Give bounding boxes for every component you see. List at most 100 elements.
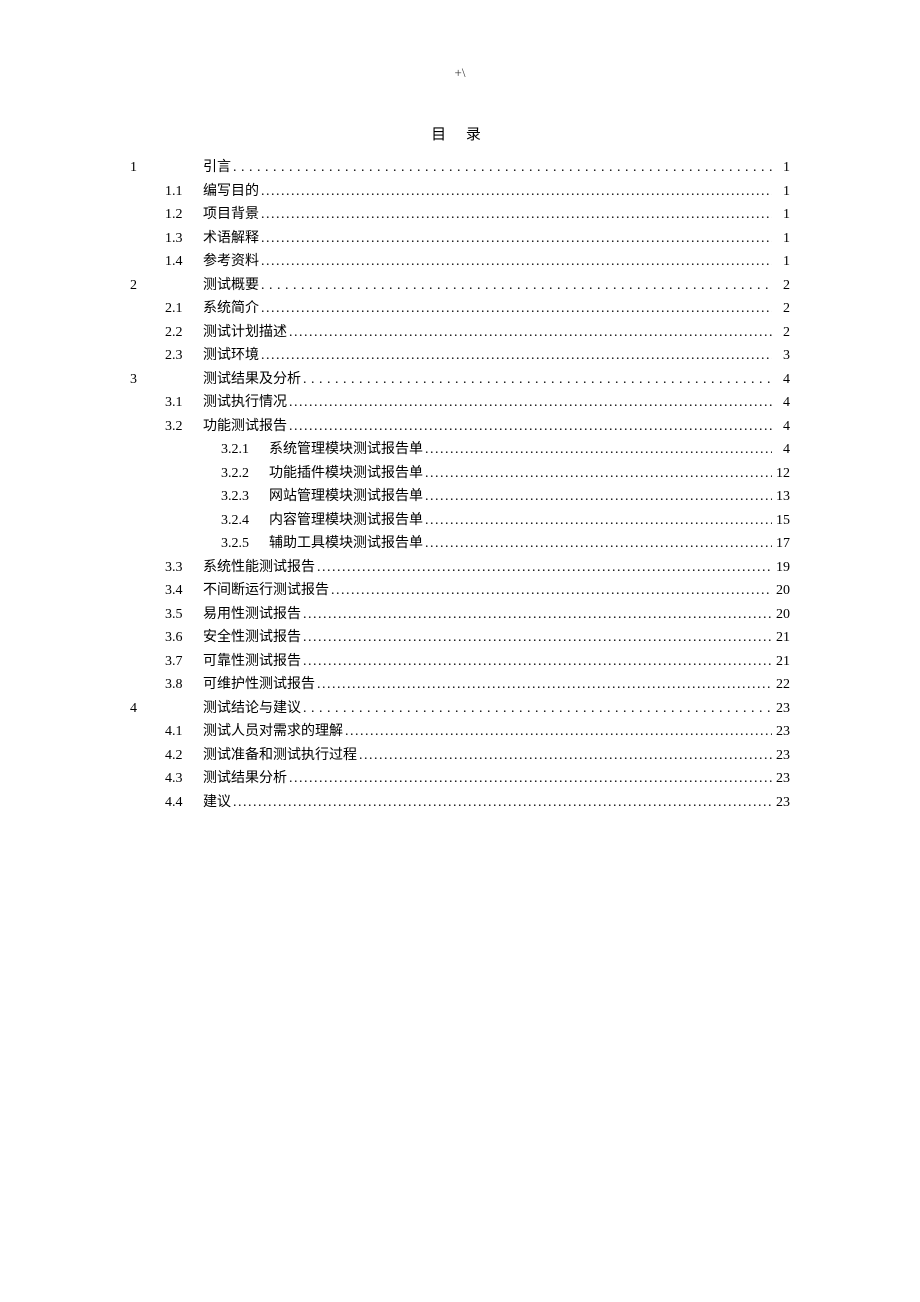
toc-page: 4 <box>774 415 790 439</box>
toc-leader: ........................................… <box>261 274 772 298</box>
toc-list: 1引言.....................................… <box>130 156 790 814</box>
toc-page: 4 <box>774 368 790 392</box>
toc-entry: 3.3系统性能测试报告.............................… <box>130 556 790 580</box>
toc-label: 测试结果及分析 <box>203 368 301 392</box>
toc-leader: ........................................… <box>289 415 772 439</box>
toc-leader: ........................................… <box>425 485 772 509</box>
toc-entry: 4.1测试人员对需求的理解...........................… <box>130 720 790 744</box>
toc-num-l3: 3.2.3 <box>221 485 269 509</box>
toc-num-l2: 1.1 <box>165 180 203 204</box>
toc-label: 安全性测试报告 <box>203 626 301 650</box>
document-page: +\ 目 录 1引言..............................… <box>0 0 920 814</box>
toc-entry: 3.2.1系统管理模块测试报告单........................… <box>130 438 790 462</box>
toc-entry: 4.2测试准备和测试执行过程..........................… <box>130 744 790 768</box>
toc-entry: 3.2.5辅助工具模块测试报告单........................… <box>130 532 790 556</box>
toc-label: 测试结论与建议 <box>203 697 301 721</box>
toc-label: 项目背景 <box>203 203 259 227</box>
toc-label: 测试执行情况 <box>203 391 287 415</box>
toc-num-l1: 2 <box>130 274 165 298</box>
toc-num-l2: 4.1 <box>165 720 203 744</box>
toc-leader: ........................................… <box>289 767 772 791</box>
toc-entry: 3.5易用性测试报告..............................… <box>130 603 790 627</box>
toc-label: 功能插件模块测试报告单 <box>269 462 423 486</box>
toc-page: 4 <box>774 438 790 462</box>
toc-entry: 3.2功能测试报告...............................… <box>130 415 790 439</box>
toc-num-l2: 3.8 <box>165 673 203 697</box>
toc-leader: ........................................… <box>317 673 772 697</box>
toc-label: 测试结果分析 <box>203 767 287 791</box>
toc-entry: 2.3测试环境.................................… <box>130 344 790 368</box>
toc-leader: ........................................… <box>261 180 772 204</box>
toc-label: 可维护性测试报告 <box>203 673 315 697</box>
toc-num-l2: 1.4 <box>165 250 203 274</box>
toc-label: 内容管理模块测试报告单 <box>269 509 423 533</box>
toc-entry: 3.2.3网站管理模块测试报告单........................… <box>130 485 790 509</box>
toc-page: 1 <box>774 250 790 274</box>
toc-page: 4 <box>774 391 790 415</box>
toc-num-l2: 4.4 <box>165 791 203 815</box>
toc-entry: 2.1系统简介.................................… <box>130 297 790 321</box>
toc-page: 23 <box>774 791 790 815</box>
toc-num-l2: 1.2 <box>165 203 203 227</box>
toc-num-l2: 3.3 <box>165 556 203 580</box>
toc-page: 23 <box>774 720 790 744</box>
toc-page: 23 <box>774 767 790 791</box>
toc-label: 易用性测试报告 <box>203 603 301 627</box>
toc-entry: 3.2.4内容管理模块测试报告单........................… <box>130 509 790 533</box>
toc-label: 系统简介 <box>203 297 259 321</box>
toc-label: 可靠性测试报告 <box>203 650 301 674</box>
toc-num-l2: 3.1 <box>165 391 203 415</box>
toc-num-l3: 3.2.1 <box>221 438 269 462</box>
toc-page: 1 <box>774 227 790 251</box>
header-mark: +\ <box>130 65 790 81</box>
toc-entry: 3.2.2功能插件模块测试报告单........................… <box>130 462 790 486</box>
toc-label: 测试准备和测试执行过程 <box>203 744 357 768</box>
toc-leader: ........................................… <box>359 744 772 768</box>
toc-num-l2: 3.4 <box>165 579 203 603</box>
toc-num-l2: 2.3 <box>165 344 203 368</box>
toc-leader: ........................................… <box>303 603 772 627</box>
toc-leader: ........................................… <box>303 626 772 650</box>
toc-num-l1: 1 <box>130 156 165 180</box>
toc-leader: ........................................… <box>331 579 772 603</box>
toc-page: 23 <box>774 744 790 768</box>
toc-leader: ........................................… <box>261 227 772 251</box>
toc-num-l3: 3.2.4 <box>221 509 269 533</box>
toc-entry: 3.1测试执行情况...............................… <box>130 391 790 415</box>
toc-leader: ........................................… <box>261 344 772 368</box>
toc-page: 21 <box>774 650 790 674</box>
toc-leader: ........................................… <box>261 203 772 227</box>
toc-label: 参考资料 <box>203 250 259 274</box>
toc-entry: 3.6安全性测试报告..............................… <box>130 626 790 650</box>
toc-label: 测试人员对需求的理解 <box>203 720 343 744</box>
toc-leader: ........................................… <box>233 791 772 815</box>
toc-page: 22 <box>774 673 790 697</box>
toc-page: 1 <box>774 180 790 204</box>
toc-page: 19 <box>774 556 790 580</box>
toc-page: 2 <box>774 297 790 321</box>
toc-leader: ........................................… <box>289 321 772 345</box>
toc-label: 测试环境 <box>203 344 259 368</box>
toc-label: 系统性能测试报告 <box>203 556 315 580</box>
toc-page: 20 <box>774 579 790 603</box>
toc-entry: 3.7可靠性测试报告..............................… <box>130 650 790 674</box>
toc-page: 15 <box>774 509 790 533</box>
toc-num-l3: 3.2.2 <box>221 462 269 486</box>
toc-page: 23 <box>774 697 790 721</box>
toc-label: 网站管理模块测试报告单 <box>269 485 423 509</box>
toc-entry: 1引言.....................................… <box>130 156 790 180</box>
toc-num-l1: 3 <box>130 368 165 392</box>
toc-label: 测试概要 <box>203 274 259 298</box>
toc-label: 功能测试报告 <box>203 415 287 439</box>
toc-leader: ........................................… <box>303 368 772 392</box>
toc-label: 辅助工具模块测试报告单 <box>269 532 423 556</box>
toc-leader: ........................................… <box>317 556 772 580</box>
toc-num-l1: 4 <box>130 697 165 721</box>
toc-entry: 2 测试概要...................................… <box>130 274 790 298</box>
toc-page: 17 <box>774 532 790 556</box>
toc-num-l2: 3.2 <box>165 415 203 439</box>
toc-entry: 1.2项目背景.................................… <box>130 203 790 227</box>
toc-num-l2: 3.6 <box>165 626 203 650</box>
toc-title: 目 录 <box>130 123 790 144</box>
toc-page: 1 <box>774 203 790 227</box>
